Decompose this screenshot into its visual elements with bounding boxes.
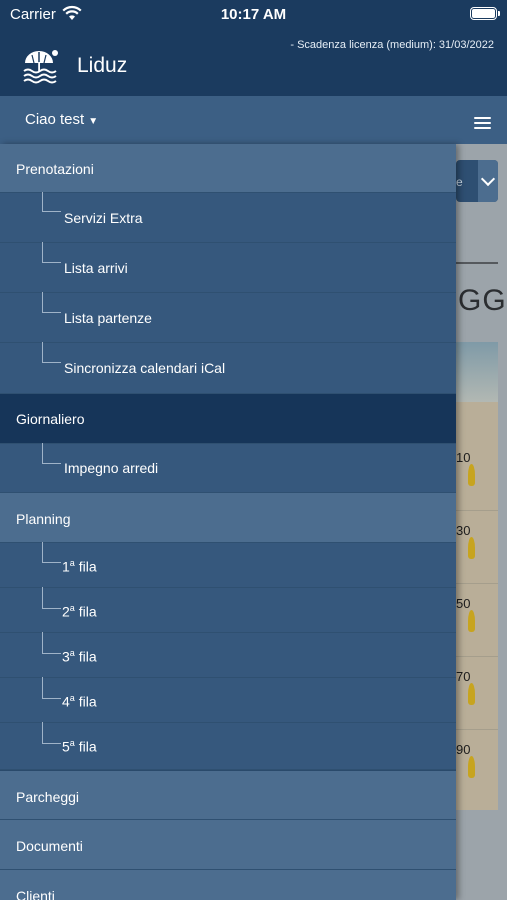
- menu-section-prenotazioni[interactable]: Prenotazioni: [0, 144, 456, 193]
- beach-sea-image: [456, 342, 498, 402]
- menu-item-sincronizza-ical[interactable]: Sincronizza calendari iCal: [0, 342, 456, 394]
- menu-item-servizi-extra[interactable]: Servizi Extra: [0, 192, 456, 243]
- menu-section-planning[interactable]: Planning: [0, 493, 456, 543]
- tree-connector: [42, 443, 61, 464]
- user-greeting-label: Ciao test: [25, 111, 85, 128]
- background-heading: GGI: [458, 284, 507, 317]
- status-bar: Carrier 10:17 AM: [0, 0, 507, 30]
- menu-item-fila-2[interactable]: 2a fila: [0, 587, 456, 633]
- menu-item-fila-1[interactable]: 1a fila: [0, 542, 456, 588]
- background-page: e GGI 10 30 50 70 90: [456, 144, 507, 900]
- battery-icon: [470, 7, 500, 20]
- menu-item-fila-5[interactable]: 5a fila: [0, 722, 456, 770]
- caret-down-icon: ▼: [88, 116, 99, 127]
- background-dropdown-text: e: [456, 175, 463, 189]
- umbrella-icon: [468, 464, 475, 486]
- hamburger-menu-icon[interactable]: [474, 117, 491, 130]
- menu-item-lista-partenze[interactable]: Lista partenze: [0, 292, 456, 343]
- menu-item-lista-arrivi[interactable]: Lista arrivi: [0, 242, 456, 293]
- umbrella-icon: [468, 756, 475, 778]
- umbrella-icon: [468, 537, 475, 559]
- tree-connector: [42, 192, 61, 212]
- menu-section-clienti[interactable]: Clienti: [0, 870, 456, 900]
- tree-connector: [42, 722, 61, 744]
- license-expiry-notice: - Scadenza licenza (medium): 31/03/2022: [290, 39, 494, 51]
- menu-section-documenti[interactable]: Documenti: [0, 820, 456, 870]
- umbrella-icon: [468, 683, 475, 705]
- tree-connector: [42, 342, 61, 363]
- beach-umbrella-icon: [23, 50, 58, 84]
- menu-item-fila-3[interactable]: 3a fila: [0, 632, 456, 678]
- navigation-drawer: Prenotazioni Servizi Extra Lista arrivi …: [0, 144, 456, 900]
- menu-item-fila-4[interactable]: 4a fila: [0, 677, 456, 723]
- menu-section-giornaliero[interactable]: Giornaliero: [0, 394, 456, 444]
- umbrella-icon: [468, 610, 475, 632]
- app-header: Liduz - Scadenza licenza (medium): 31/03…: [0, 30, 507, 96]
- chevron-down-icon: [478, 160, 498, 202]
- menu-section-parcheggi[interactable]: Parcheggi: [0, 770, 456, 820]
- clock: 10:17 AM: [220, 6, 287, 23]
- tree-connector: [42, 542, 61, 563]
- user-menu-toggle[interactable]: Ciao test ▼: [25, 111, 98, 128]
- tree-connector: [42, 677, 61, 699]
- user-bar: Ciao test ▼: [0, 96, 507, 144]
- tree-connector: [42, 587, 61, 609]
- app-title: Liduz: [77, 54, 128, 77]
- menu-item-impegno-arredi[interactable]: Impegno arredi: [0, 443, 456, 493]
- background-divider: [456, 262, 498, 264]
- tree-connector: [42, 292, 61, 313]
- tree-connector: [42, 242, 61, 263]
- tree-connector: [42, 632, 61, 654]
